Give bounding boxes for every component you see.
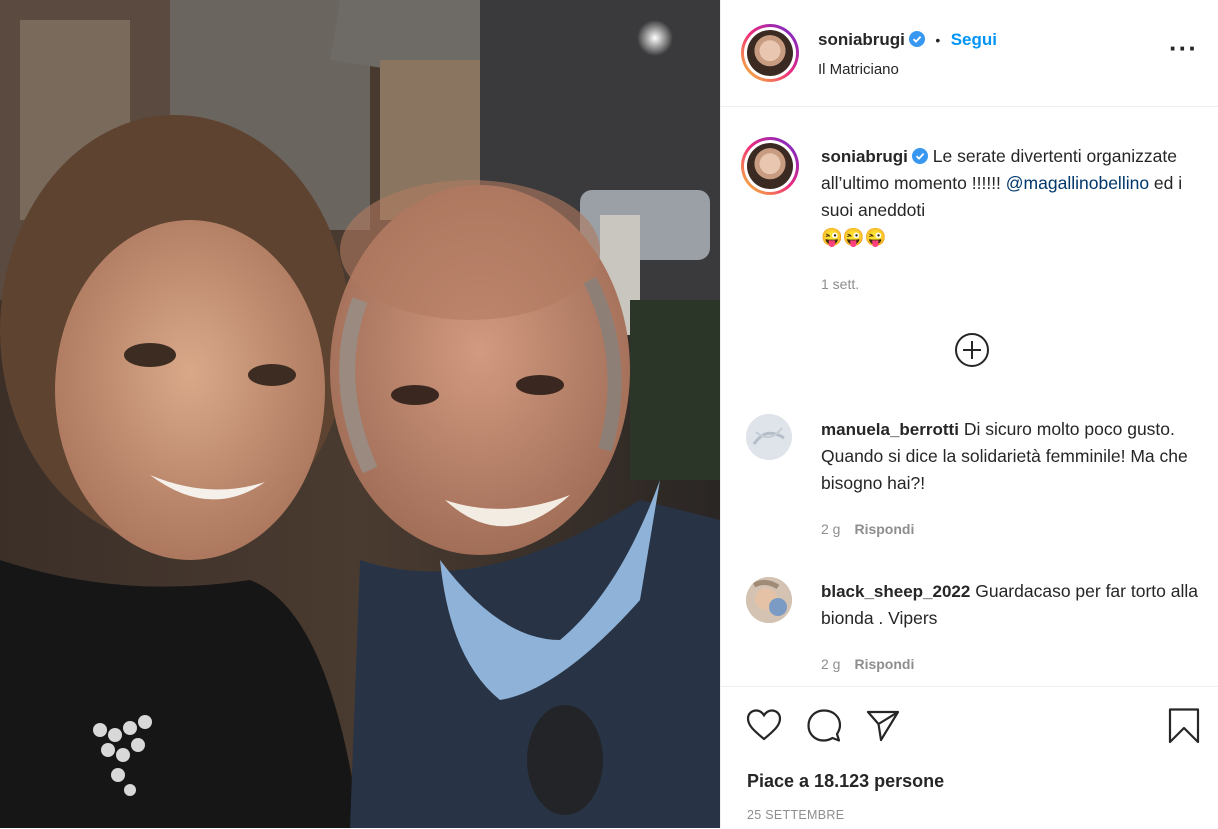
- caption: soniabrugi Le serate divertenti organizz…: [821, 143, 1191, 251]
- add-circle-icon[interactable]: [954, 332, 990, 368]
- comment-avatar[interactable]: [746, 577, 792, 623]
- author-avatar[interactable]: [741, 24, 799, 82]
- comment: black_sheep_2022 Guardacaso per far tort…: [821, 578, 1201, 632]
- caption-avatar[interactable]: [741, 137, 799, 195]
- comment-time[interactable]: 2 g: [821, 521, 840, 537]
- caption-timestamp[interactable]: 1 sett.: [821, 276, 859, 292]
- caption-emojis: 😜😜😜: [821, 227, 887, 247]
- caption-username[interactable]: soniabrugi: [821, 147, 908, 166]
- reply-button[interactable]: Rispondi: [854, 656, 914, 672]
- comment-username[interactable]: manuela_berrotti: [821, 420, 959, 439]
- comment-meta: 2 g Rispondi: [821, 656, 914, 672]
- post-photo[interactable]: [0, 0, 720, 828]
- location-link[interactable]: Il Matriciano: [818, 61, 899, 78]
- follow-button[interactable]: Segui: [951, 30, 997, 49]
- comment-time[interactable]: 2 g: [821, 656, 840, 672]
- verified-badge-icon: [911, 148, 928, 164]
- comment-meta: 2 g Rispondi: [821, 521, 914, 537]
- post-header: soniabrugi • Segui Il Matriciano ···: [721, 0, 1218, 107]
- post-date[interactable]: 25 SETTEMBRE: [747, 808, 844, 822]
- comment-username[interactable]: black_sheep_2022: [821, 582, 970, 601]
- bookmark-icon[interactable]: [1167, 707, 1201, 745]
- comment-avatar[interactable]: [746, 414, 792, 460]
- heart-icon[interactable]: [745, 708, 783, 742]
- reply-button[interactable]: Rispondi: [854, 521, 914, 537]
- post-details-panel: soniabrugi • Segui Il Matriciano ··· son…: [720, 0, 1218, 828]
- comment: manuela_berrotti Di sicuro molto poco gu…: [821, 416, 1201, 497]
- share-icon[interactable]: [865, 709, 901, 743]
- author-username[interactable]: soniabrugi: [818, 30, 905, 49]
- comment-icon[interactable]: [806, 708, 842, 744]
- verified-badge-icon: [908, 31, 925, 47]
- caption-mention-link[interactable]: @magallinobellino: [1006, 173, 1149, 193]
- separator-dot: •: [935, 32, 941, 48]
- selfie-image: [0, 0, 720, 828]
- likes-count[interactable]: Piace a 18.123 persone: [747, 771, 944, 792]
- more-horizontal-icon[interactable]: ···: [1169, 35, 1198, 61]
